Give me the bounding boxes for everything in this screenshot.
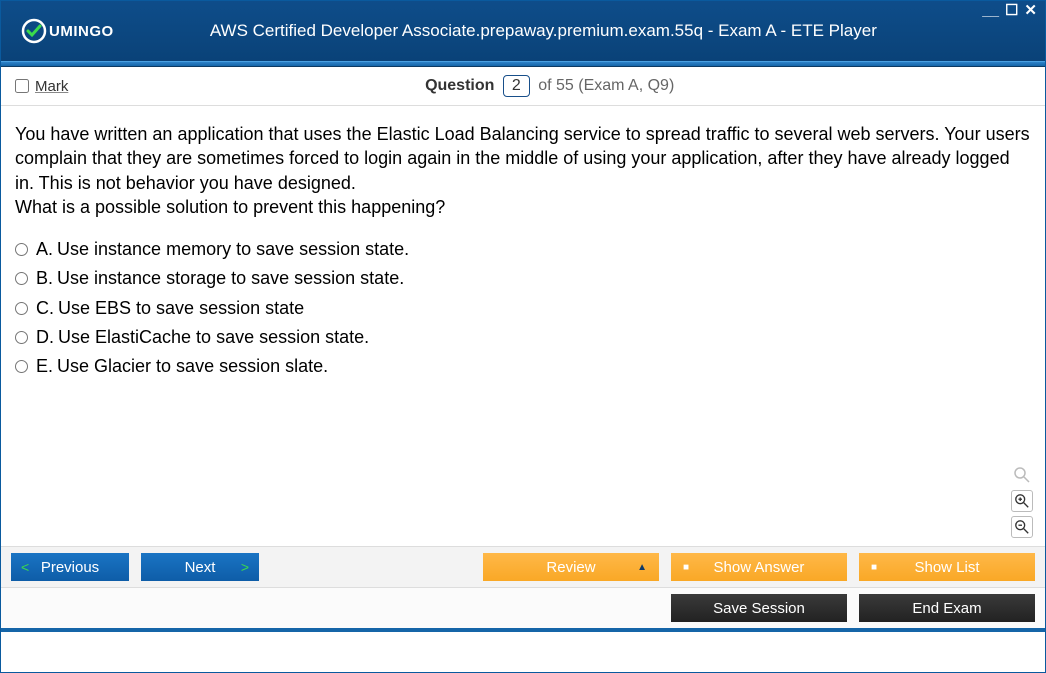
maximize-icon[interactable]: ☐ (1005, 5, 1018, 17)
answer-letter: D. (36, 325, 54, 349)
answer-text: Use ElastiCache to save session state. (58, 325, 369, 349)
zoom-in-icon[interactable] (1011, 490, 1033, 512)
review-button[interactable]: Review▲ (483, 553, 659, 581)
check-circle-icon (21, 18, 47, 44)
answer-radio[interactable] (15, 243, 28, 256)
title-bar: UMINGO AWS Certified Developer Associate… (1, 1, 1045, 61)
question-of-text: of 55 (Exam A, Q9) (538, 77, 674, 94)
app-logo: UMINGO (21, 18, 114, 44)
question-indicator: Question 2 of 55 (Exam A, Q9) (68, 75, 1031, 97)
mark-input[interactable] (15, 79, 29, 93)
minimize-icon[interactable]: __ (982, 5, 999, 17)
triangle-up-icon: ▲ (637, 562, 647, 573)
question-word: Question (425, 77, 494, 94)
window-controls: __ ☐ ✕ (982, 5, 1037, 17)
answer-radio[interactable] (15, 272, 28, 285)
sub-header: Mark Question 2 of 55 (Exam A, Q9) (1, 67, 1045, 106)
answer-letter: E. (36, 354, 53, 378)
answer-radio[interactable] (15, 331, 28, 344)
answer-letter: B. (36, 266, 53, 290)
show-answer-button[interactable]: ■Show Answer (671, 553, 847, 581)
search-icon[interactable] (1011, 464, 1033, 486)
question-number[interactable]: 2 (503, 75, 530, 97)
answer-text: Use EBS to save session state (58, 296, 304, 320)
zoom-out-icon[interactable] (1011, 516, 1033, 538)
answer-text: Use instance memory to save session stat… (57, 237, 409, 261)
save-session-button[interactable]: Save Session (671, 594, 847, 622)
chevron-left-icon: < (21, 559, 29, 575)
answer-radio[interactable] (15, 302, 28, 315)
chevron-right-icon: > (241, 559, 249, 575)
answer-option[interactable]: E.Use Glacier to save session slate. (15, 354, 1031, 378)
primary-toolbar: <Previous Next> Review▲ ■Show Answer ■Sh… (1, 546, 1045, 587)
show-list-button[interactable]: ■Show List (859, 553, 1035, 581)
logo-text: UMINGO (49, 23, 114, 40)
answer-option[interactable]: B.Use instance storage to save session s… (15, 266, 1031, 290)
answer-letter: A. (36, 237, 53, 261)
answer-text: Use Glacier to save session slate. (57, 354, 328, 378)
question-text: You have written an application that use… (15, 122, 1031, 219)
window-title: AWS Certified Developer Associate.prepaw… (114, 21, 1033, 41)
next-button[interactable]: Next> (141, 553, 259, 581)
answer-option[interactable]: C.Use EBS to save session state (15, 296, 1031, 320)
mark-checkbox[interactable]: Mark (15, 78, 68, 95)
secondary-toolbar: Save Session End Exam (1, 587, 1045, 628)
answers-group: A.Use instance memory to save session st… (15, 237, 1031, 378)
answer-option[interactable]: D.Use ElastiCache to save session state. (15, 325, 1031, 349)
answer-letter: C. (36, 296, 54, 320)
close-icon[interactable]: ✕ (1024, 5, 1037, 17)
mark-label: Mark (35, 78, 68, 95)
answer-text: Use instance storage to save session sta… (57, 266, 404, 290)
answer-radio[interactable] (15, 360, 28, 373)
content-area: You have written an application that use… (1, 106, 1045, 546)
square-icon: ■ (683, 562, 689, 573)
end-exam-button[interactable]: End Exam (859, 594, 1035, 622)
previous-button[interactable]: <Previous (11, 553, 129, 581)
zoom-controls (1011, 464, 1033, 538)
answer-option[interactable]: A.Use instance memory to save session st… (15, 237, 1031, 261)
bottom-border (1, 628, 1045, 632)
square-icon: ■ (871, 562, 877, 573)
